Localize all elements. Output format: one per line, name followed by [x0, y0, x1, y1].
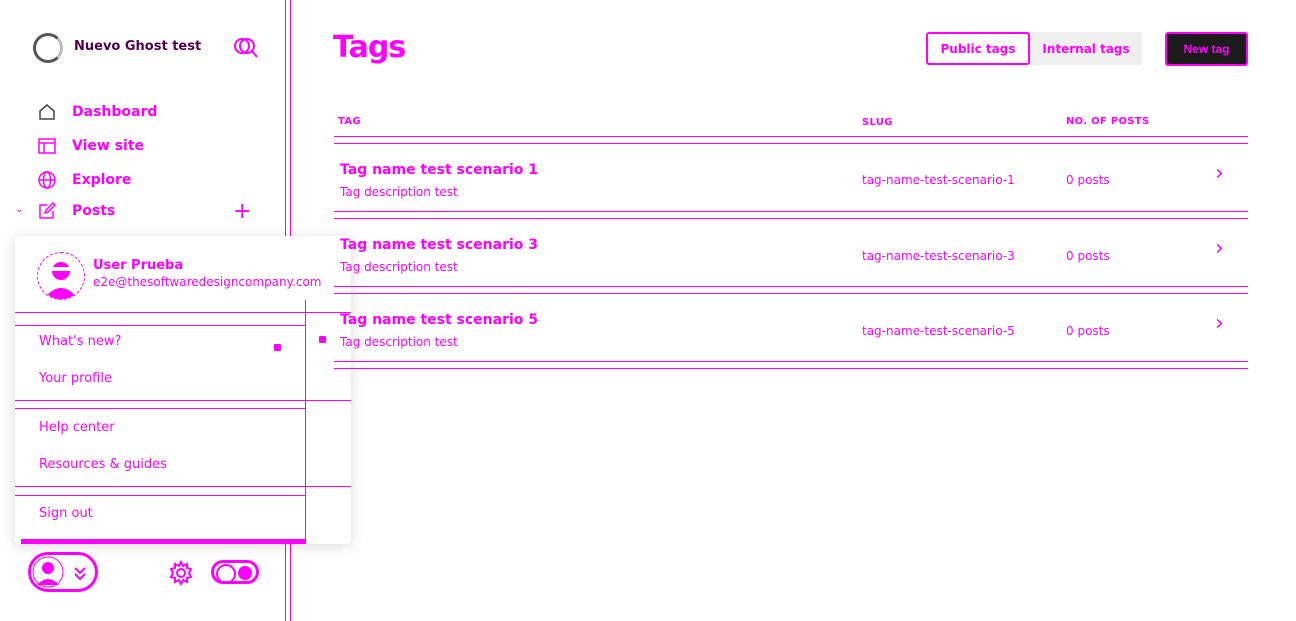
chevron-down-icon[interactable]: ⌄ — [15, 204, 23, 215]
tag-description: Tag description test — [340, 185, 458, 199]
divider — [334, 211, 1248, 212]
divider — [334, 286, 1248, 287]
divider — [334, 136, 1248, 137]
user-name: User Prueba — [93, 258, 184, 273]
site-title[interactable]: Nuevo Ghost test — [74, 39, 201, 54]
tag-posts-count[interactable]: 0 posts — [1066, 249, 1110, 263]
nav-posts[interactable]: Posts — [37, 201, 115, 221]
divider — [15, 495, 305, 496]
divider — [15, 408, 305, 409]
divider — [334, 143, 1248, 144]
tag-description: Tag description test — [340, 335, 458, 349]
nav-explore-label: Explore — [72, 172, 132, 188]
nav-posts-label: Posts — [72, 203, 116, 219]
tag-slug: tag-name-test-scenario-5 — [862, 324, 1015, 338]
user-menu-popup: User Prueba e2e@thesoftwaredesigncompany… — [15, 236, 351, 544]
nav-dashboard-label: Dashboard — [72, 104, 158, 120]
menu-sign-out[interactable]: Sign out — [39, 507, 93, 520]
nav-view-site-label: View site — [72, 138, 145, 154]
column-header-posts: NO. OF POSTS — [1066, 116, 1150, 127]
tag-posts-count[interactable]: 0 posts — [1066, 324, 1110, 338]
divider — [21, 539, 305, 544]
divider — [15, 312, 351, 313]
divider — [305, 300, 306, 544]
user-avatar-button[interactable] — [28, 552, 98, 592]
browser-icon — [38, 138, 56, 154]
dark-mode-toggle[interactable] — [211, 560, 259, 584]
nav-view-site[interactable]: View site — [37, 136, 144, 156]
search-icon[interactable] — [233, 37, 259, 63]
nav-dashboard[interactable]: Dashboard — [37, 102, 157, 122]
divider — [15, 325, 305, 326]
divider — [334, 293, 1248, 294]
tag-slug: tag-name-test-scenario-1 — [862, 173, 1015, 187]
tag-name[interactable]: Tag name test scenario 3 — [340, 237, 538, 253]
tag-posts-count[interactable]: 0 posts — [1066, 173, 1110, 187]
divider — [334, 361, 1248, 362]
plus-icon[interactable]: + — [233, 201, 251, 223]
divider — [334, 218, 1248, 219]
menu-whats-new[interactable]: What's new? — [39, 335, 121, 348]
new-tag-button[interactable]: New tag — [1165, 32, 1248, 66]
globe-icon — [38, 171, 56, 189]
tab-internal-tags[interactable]: Internal tags — [1030, 32, 1142, 65]
nav-explore[interactable]: Explore — [37, 170, 131, 190]
column-header-slug: SLUG — [862, 117, 893, 128]
tag-name[interactable]: Tag name test scenario 5 — [340, 312, 538, 328]
avatar — [32, 556, 86, 588]
new-indicator-dot — [319, 336, 326, 343]
menu-your-profile[interactable]: Your profile — [39, 372, 112, 385]
chevron-right-icon[interactable]: › — [1215, 238, 1224, 260]
site-logo[interactable] — [33, 33, 63, 63]
avatar — [37, 252, 85, 300]
page-title: Tags — [333, 30, 406, 65]
home-icon — [39, 104, 55, 120]
tag-description: Tag description test — [340, 260, 458, 274]
column-header-tag: TAG — [338, 116, 361, 127]
user-email: e2e@thesoftwaredesigncompany.com — [93, 275, 322, 289]
edit-icon — [39, 201, 57, 219]
tag-name[interactable]: Tag name test scenario 1 — [340, 162, 538, 178]
menu-help-center[interactable]: Help center — [39, 421, 115, 434]
tab-public-tags[interactable]: Public tags — [926, 32, 1030, 65]
divider — [15, 400, 351, 401]
chevron-right-icon[interactable]: › — [1215, 163, 1224, 185]
divider — [15, 486, 351, 487]
divider — [334, 368, 1248, 369]
menu-resources-guides[interactable]: Resources & guides — [39, 458, 167, 471]
tag-slug: tag-name-test-scenario-3 — [862, 249, 1015, 263]
chevron-right-icon[interactable]: › — [1215, 313, 1224, 335]
new-indicator-dot — [274, 344, 281, 351]
gear-icon[interactable] — [168, 559, 194, 590]
